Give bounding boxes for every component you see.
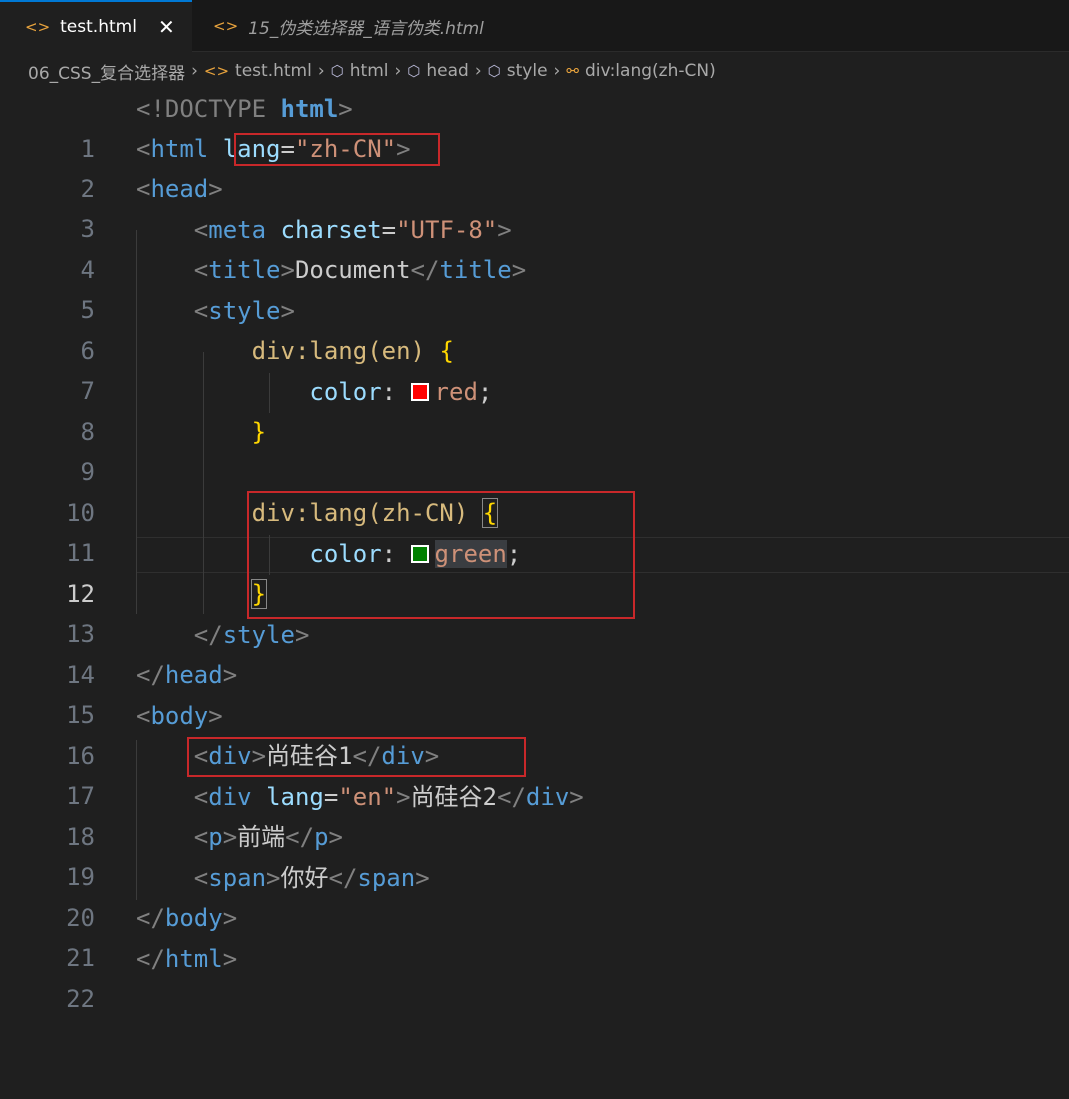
element-cube-icon: ⬡ (330, 62, 344, 80)
code-line: 1 <!DOCTYPE html> (0, 89, 1069, 163)
code-line: 18 <div lang="en">尚硅谷2</div> (0, 777, 1069, 851)
code-line: 16 <body> (0, 696, 1069, 770)
code-line: 7 div:lang(en) { (0, 331, 1069, 405)
chevron-right-icon: › (553, 61, 561, 81)
html-file-icon: <> (203, 62, 230, 80)
breadcrumb-html[interactable]: ⬡ html (331, 61, 389, 81)
code-line: 22 </html> (0, 939, 1069, 1013)
breadcrumb-head[interactable]: ⬡ head (407, 61, 469, 81)
tab-label: 15_伪类选择器_语言伪类.html (248, 18, 484, 39)
code-line: 14 </style> (0, 615, 1069, 689)
code-line: 4 <meta charset="UTF-8"> (0, 210, 1069, 284)
code-line: 8 color: red; (0, 372, 1069, 446)
chevron-right-icon: › (474, 61, 482, 81)
chevron-right-icon: › (191, 61, 198, 81)
tab-language-pseudo-class[interactable]: <> 15_伪类选择器_语言伪类.html (193, 0, 484, 52)
breadcrumb-folder[interactable]: 06_CSS_复合选择器 (28, 59, 185, 84)
css-selector-icon: ⚯ (566, 62, 579, 80)
code-line: 15 </head> (0, 655, 1069, 729)
color-swatch-red[interactable] (410, 383, 429, 401)
highlight-box-zh-cn-rule (247, 491, 635, 619)
element-cube-icon: ⬡ (487, 62, 501, 80)
code-line: 21 </body> (0, 898, 1069, 972)
breadcrumb: 06_CSS_复合选择器 › <> test.html › ⬡ html › ⬡ he… (0, 52, 1069, 90)
close-icon[interactable]: ✕ (158, 15, 175, 39)
html-file-icon: <> (25, 18, 51, 36)
chevron-right-icon: › (317, 61, 325, 81)
breadcrumb-style[interactable]: ⬡ style (488, 61, 548, 81)
highlight-box-lang-attr (234, 133, 440, 166)
code-editor[interactable]: 1 <!DOCTYPE html> 2 <html lang="zh-CN"> … (0, 90, 1069, 1014)
breadcrumb-selector[interactable]: ⚯ div:lang(zh-CN) (566, 61, 715, 81)
highlight-box-div (187, 737, 526, 777)
tab-bar: <> test.html ✕ <> 15_伪类选择器_语言伪类.html (0, 0, 1069, 52)
code-line: 20 <span>你好</span> (0, 858, 1069, 932)
code-line: 3 <head> (0, 169, 1069, 243)
code-line: 17 <div>尚硅谷1</div> (0, 736, 1069, 810)
code-line: 2 <html lang="zh-CN"> (0, 129, 1069, 203)
breadcrumb-file[interactable]: <> test.html (204, 61, 312, 81)
code-line: 19 <p>前端</p> (0, 817, 1069, 891)
code-line: 6 <style> (0, 291, 1069, 365)
html-file-icon: <> (213, 17, 239, 35)
code-line: 10 (0, 453, 1069, 527)
code-line: 9 } (0, 412, 1069, 486)
tab-test-html[interactable]: <> test.html ✕ (0, 0, 192, 52)
line-number: 22 (66, 985, 95, 1013)
chevron-right-icon: › (394, 61, 402, 81)
tab-label: test.html (60, 17, 137, 37)
code-line: 5 <title>Document</title> (0, 250, 1069, 324)
element-cube-icon: ⬡ (407, 62, 421, 80)
